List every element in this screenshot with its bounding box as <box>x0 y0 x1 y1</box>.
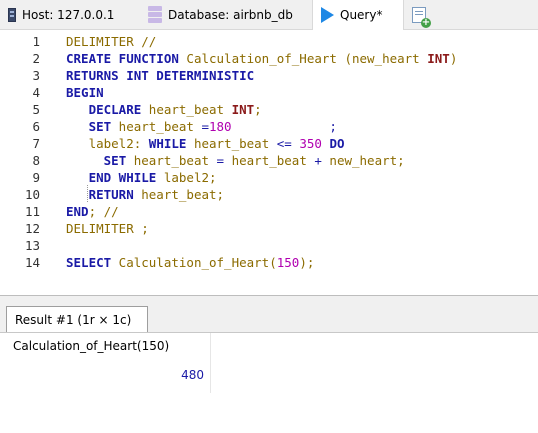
code-token: SET <box>103 153 127 168</box>
code-token: BEGIN <box>66 85 104 100</box>
code-token: heart_beat <box>224 153 315 168</box>
query-tab[interactable]: Query* <box>312 0 404 30</box>
indent-guide <box>87 185 88 202</box>
grid-cell[interactable]: 480 <box>0 363 210 387</box>
host-tab-label: Host: 127.0.0.1 <box>22 7 115 22</box>
result-grid[interactable]: Calculation_of_Heart(150) 480 <box>0 332 538 433</box>
code-token: 350 <box>299 136 322 151</box>
code-token: 180 <box>209 119 232 134</box>
new-query-icon <box>412 6 431 28</box>
code-token: DECLARE <box>88 102 142 117</box>
code-line: SET heart_beat = heart_beat + new_heart; <box>66 152 405 169</box>
code-line: DECLARE heart_beat INT; <box>66 101 262 118</box>
line-number: 10 <box>24 187 40 202</box>
code-line: SELECT Calculation_of_Heart(150); <box>66 254 314 271</box>
code-token: DELIMITER ; <box>66 221 149 236</box>
host-tab[interactable]: Host: 127.0.0.1 <box>0 0 142 29</box>
code-token: heart_beat <box>141 102 232 117</box>
database-icon <box>148 5 162 24</box>
line-number: 9 <box>32 170 40 185</box>
new-query-tab-button[interactable] <box>404 0 434 29</box>
code-token: label2: <box>66 136 149 151</box>
code-token: DELIMITER // <box>66 34 157 49</box>
code-token: WHILE <box>148 136 187 151</box>
line-number: 1 <box>32 34 40 49</box>
code-token: ; <box>231 119 337 134</box>
line-number: 8 <box>32 153 40 168</box>
code-line: END WHILE label2; <box>66 169 217 186</box>
line-number: 13 <box>24 238 40 253</box>
connection-tab-bar: Host: 127.0.0.1 Database: airbnb_db Quer… <box>0 0 538 30</box>
code-line: SET heart_beat =180 ; <box>66 118 337 135</box>
code-line: DELIMITER // <box>66 33 156 50</box>
code-token: heart_beat <box>186 136 277 151</box>
server-icon <box>8 7 16 22</box>
database-tab[interactable]: Database: airbnb_db <box>142 0 312 29</box>
code-token: new_heart; <box>321 153 405 168</box>
code-token: RETURN <box>88 187 134 202</box>
line-number: 12 <box>24 221 40 236</box>
database-tab-label: Database: airbnb_db <box>168 7 293 22</box>
code-token: CREATE FUNCTION <box>66 51 179 66</box>
line-number: 5 <box>32 102 40 117</box>
code-token: ); <box>299 255 315 270</box>
code-token: ) <box>449 51 458 66</box>
code-line: label2: WHILE heart_beat <= 350 DO <box>66 135 345 152</box>
code-token: RETURNS INT DETERMINISTIC <box>66 68 255 83</box>
code-token: + <box>314 153 322 168</box>
code-token: heart_beat <box>126 153 217 168</box>
code-line: CREATE FUNCTION Calculation_of_Heart (ne… <box>66 50 457 67</box>
code-token: label2; <box>156 170 217 185</box>
line-number: 14 <box>24 255 40 270</box>
query-tab-label: Query* <box>340 8 383 22</box>
sql-editor[interactable]: 1 2 3 4 5 6 7 8 9 10 11 12 13 14 DELIMITER //CREATE F… <box>0 30 538 296</box>
play-icon <box>321 7 334 23</box>
code-line: RETURN heart_beat; <box>66 186 224 203</box>
code-token: Calculation_of_Heart( <box>111 255 277 270</box>
code-token: INT <box>231 102 255 117</box>
code-line: END; // <box>66 203 119 220</box>
code-token: = <box>216 153 225 168</box>
code-token: = <box>201 119 209 134</box>
code-token: <= <box>276 136 292 151</box>
code-token: ; <box>254 102 262 117</box>
grid-column-header[interactable]: Calculation_of_Heart(150) <box>0 333 210 359</box>
result-tab[interactable]: Result #1 (1r × 1c) <box>6 306 148 332</box>
code-text-area[interactable]: DELIMITER //CREATE FUNCTION Calculation_… <box>66 30 538 296</box>
code-token: END <box>66 204 89 219</box>
code-token: 150 <box>276 255 300 270</box>
code-line: BEGIN <box>66 84 104 101</box>
code-token: Calculation_of_Heart (new_heart <box>178 51 428 66</box>
code-line: DELIMITER ; <box>66 220 149 237</box>
line-number: 11 <box>24 204 40 219</box>
line-number: 2 <box>32 51 40 66</box>
code-token: heart_beat; <box>133 187 225 202</box>
result-tab-strip: Result #1 (1r × 1c) <box>0 296 538 332</box>
code-token: SELECT <box>66 255 112 270</box>
code-token: END WHILE <box>88 170 157 185</box>
line-number-gutter: 1 2 3 4 5 6 7 8 9 10 11 12 13 14 <box>0 30 46 296</box>
code-token: ; // <box>88 204 119 219</box>
line-number: 3 <box>32 68 40 83</box>
column-divider <box>210 333 211 393</box>
code-token: INT <box>427 51 450 66</box>
code-token: SET <box>88 119 112 134</box>
code-token: DO <box>329 136 345 151</box>
line-number: 7 <box>32 136 40 151</box>
code-line: RETURNS INT DETERMINISTIC <box>66 67 254 84</box>
code-token: heart_beat <box>111 119 202 134</box>
line-number: 4 <box>32 85 40 100</box>
line-number: 6 <box>32 119 40 134</box>
